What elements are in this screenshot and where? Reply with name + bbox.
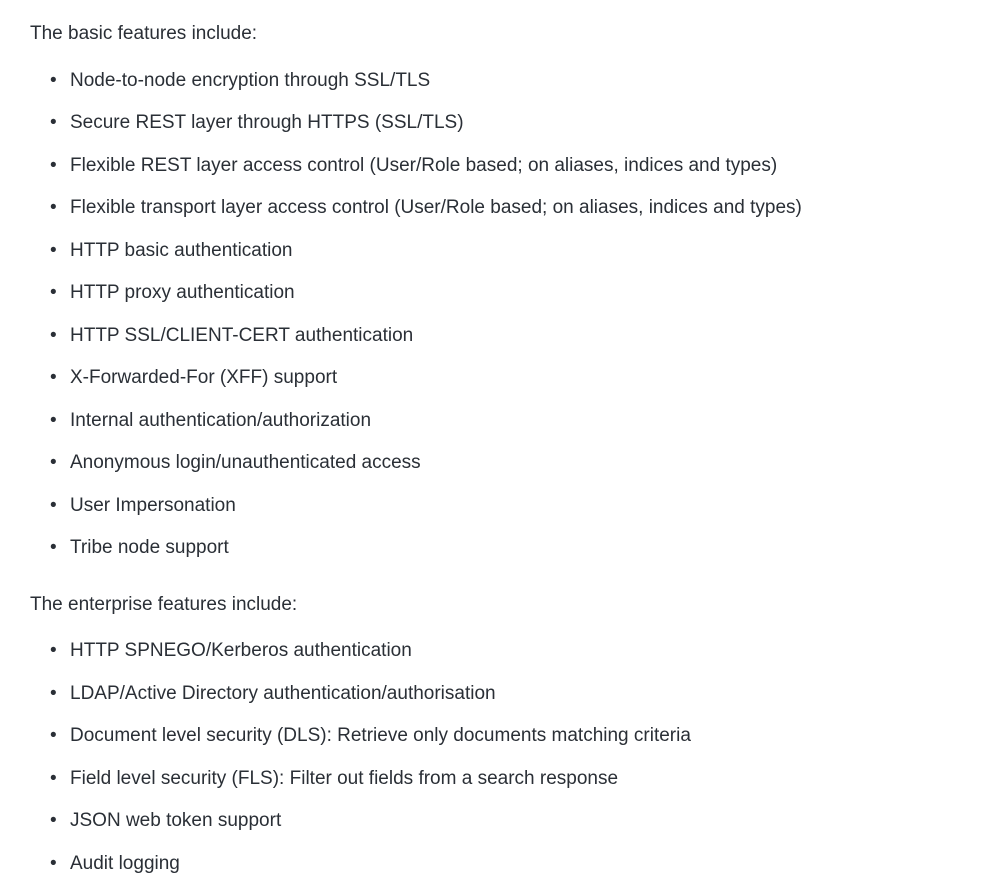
list-item: Anonymous login/unauthenticated access: [70, 449, 970, 478]
enterprise-features-list: HTTP SPNEGO/Kerberos authentication LDAP…: [30, 637, 970, 878]
basic-features-intro: The basic features include:: [30, 20, 970, 49]
list-item: Document level security (DLS): Retrieve …: [70, 722, 970, 751]
list-item: JSON web token support: [70, 807, 970, 836]
list-item: HTTP SSL/CLIENT-CERT authentication: [70, 322, 970, 351]
list-item: Tribe node support: [70, 534, 970, 563]
list-item: Field level security (FLS): Filter out f…: [70, 765, 970, 794]
enterprise-features-intro: The enterprise features include:: [30, 591, 970, 620]
document-content: The basic features include: Node-to-node…: [30, 20, 970, 878]
list-item: Secure REST layer through HTTPS (SSL/TLS…: [70, 109, 970, 138]
list-item: HTTP SPNEGO/Kerberos authentication: [70, 637, 970, 666]
list-item: Audit logging: [70, 850, 970, 878]
list-item: Internal authentication/authorization: [70, 407, 970, 436]
list-item: X-Forwarded-For (XFF) support: [70, 364, 970, 393]
list-item: Flexible REST layer access control (User…: [70, 152, 970, 181]
basic-features-list: Node-to-node encryption through SSL/TLS …: [30, 67, 970, 563]
list-item: Flexible transport layer access control …: [70, 194, 970, 223]
list-item: Node-to-node encryption through SSL/TLS: [70, 67, 970, 96]
list-item: User Impersonation: [70, 492, 970, 521]
list-item: LDAP/Active Directory authentication/aut…: [70, 680, 970, 709]
list-item: HTTP proxy authentication: [70, 279, 970, 308]
list-item: HTTP basic authentication: [70, 237, 970, 266]
